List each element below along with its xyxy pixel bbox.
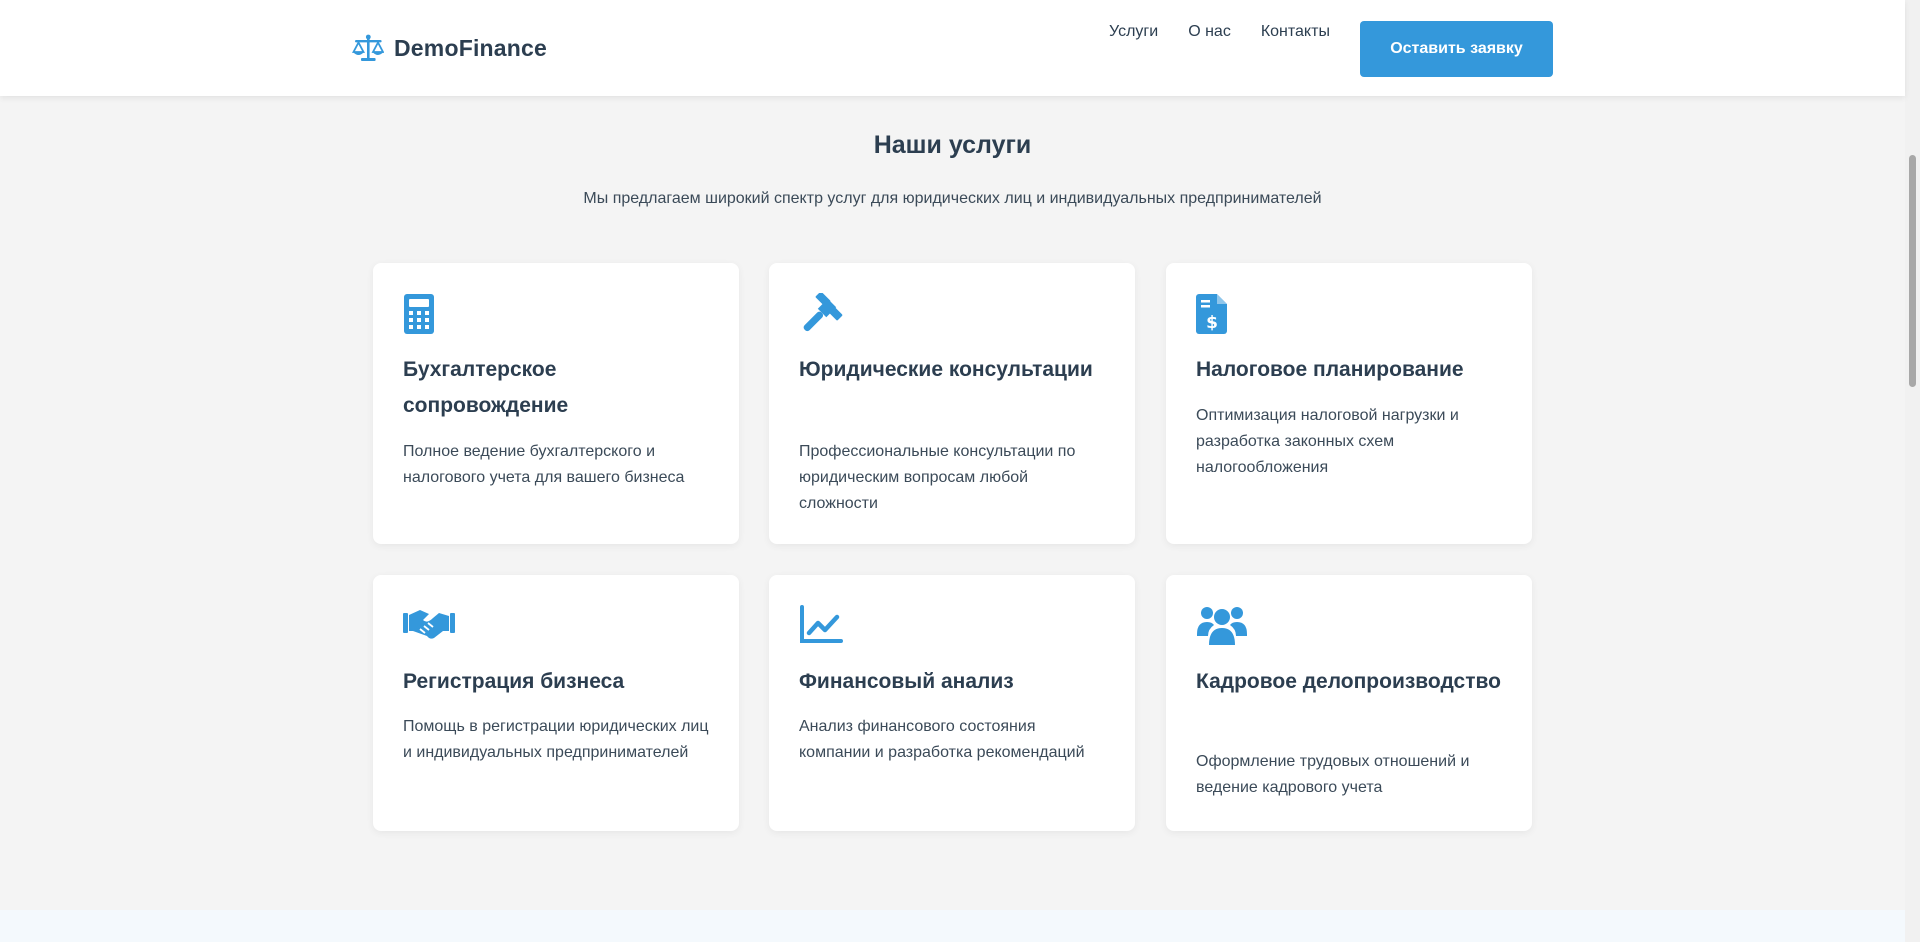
card-title: Бухгалтерское сопровождение [403,358,569,417]
card-text: Анализ финансового состояния компании и … [799,718,1085,761]
svg-text:$: $ [1206,313,1218,333]
service-card-legal[interactable]: Юридические консультации Профессиональны… [769,263,1135,544]
service-card-accounting[interactable]: Бухгалтерское сопровождение Полное веден… [373,263,739,544]
users-icon [1196,605,1247,649]
card-text: Оформление трудовых отношений и ведение … [1196,753,1470,796]
card-text: Профессиональные консультации по юридиче… [799,443,1076,512]
card-title: Юридические консультации [799,358,1093,381]
nav-item-about[interactable]: О нас [1188,23,1231,41]
service-card-hr[interactable]: Кадровое делопроизводство Оформление тру… [1166,575,1532,831]
invoice-dollar-icon: $ [1196,293,1244,337]
card-title: Кадровое делопроизводство [1196,670,1501,693]
scrollbar-thumb[interactable] [1909,155,1916,387]
main-nav: Услуги О нас Контакты [1109,23,1330,41]
submit-request-button[interactable]: Оставить заявку [1360,21,1553,77]
card-title: Налоговое планирование [1196,358,1464,381]
service-card-financial-analysis[interactable]: Финансовый анализ Анализ финансового сос… [769,575,1135,831]
brand-name: DemoFinance [394,34,548,61]
card-text: Полное ведение бухгалтерского и налогово… [403,443,685,486]
site-header: DemoFinance Услуги О нас Контакты Остави… [0,0,1905,96]
gavel-icon [799,293,847,337]
card-text: Помощь в регистрации юридических лиц и и… [403,718,709,761]
scales-icon [352,34,384,61]
card-title: Регистрация бизнеса [403,670,625,693]
card-text: Оптимизация налоговой нагрузки и разрабо… [1196,407,1459,476]
calculator-icon [403,293,451,337]
handshake-icon [403,605,455,649]
section-subtitle: Мы предлагаем широкий спектр услуг для ю… [583,190,1322,207]
chart-line-icon [799,605,847,649]
service-card-registration[interactable]: Регистрация бизнеса Помощь в регистрации… [373,575,739,831]
nav-item-contacts[interactable]: Контакты [1261,23,1330,41]
nav-item-services[interactable]: Услуги [1109,23,1158,41]
logo[interactable]: DemoFinance [352,34,547,62]
card-title: Финансовый анализ [799,670,1014,693]
section-title: Наши услуги [873,131,1032,159]
service-card-tax[interactable]: $ Налоговое планирование Оптимизация нал… [1166,263,1532,544]
next-section-strip [0,910,1905,942]
page-scrollbar[interactable] [1905,0,1920,942]
